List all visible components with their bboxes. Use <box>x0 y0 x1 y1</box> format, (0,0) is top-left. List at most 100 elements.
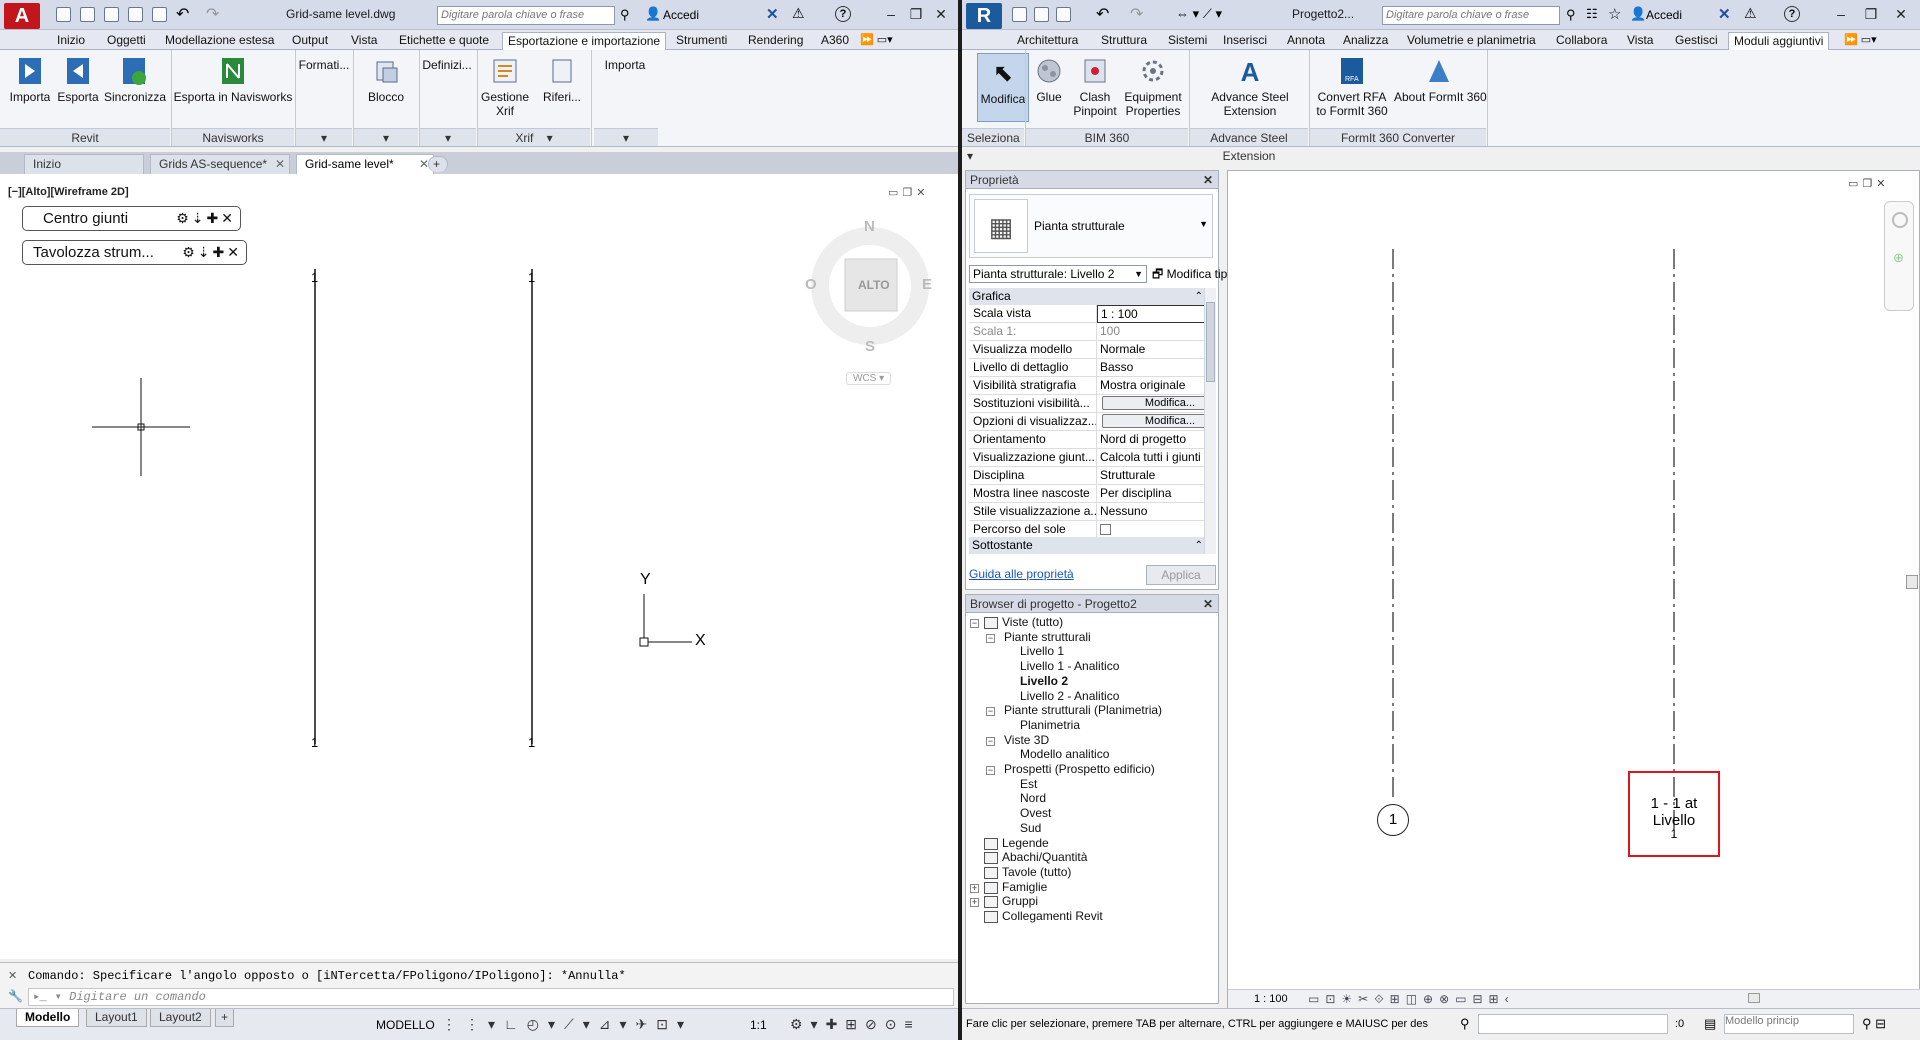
navisworks-export-button[interactable]: Esporta in Navisworks <box>172 56 294 104</box>
binoculars-icon[interactable]: ⚲ <box>620 7 630 23</box>
view-control-icons[interactable]: ▭⊡☀✂⟐⊞◫⊕⊗▭⊟⊞‹ <box>1308 992 1515 1007</box>
browser-item[interactable]: Ovest <box>1020 806 1051 820</box>
viewcube-south[interactable]: S <box>865 338 875 355</box>
tabs-overflow-icon[interactable]: ⏩ ▭▾ <box>860 33 893 46</box>
property-row[interactable]: Sostituzioni visibilità... Modifica... <box>969 395 1208 413</box>
property-value[interactable]: Basso <box>1097 359 1208 377</box>
undo-icon[interactable]: ↶ <box>1096 4 1109 24</box>
revit-search-input[interactable]: Digitare parola chiave o frase <box>1382 6 1560 25</box>
user-icon[interactable]: 👤 <box>1630 6 1646 22</box>
browser-item[interactable]: Livello 2 - Analitico <box>1020 689 1119 703</box>
minimize-button[interactable]: – <box>880 4 902 24</box>
revit-logo-icon[interactable]: R <box>966 3 1002 29</box>
collapse-icon[interactable]: − <box>986 633 995 643</box>
new-layout-button[interactable]: + <box>215 1009 235 1027</box>
grid-bubble[interactable]: 1 <box>1377 804 1409 836</box>
edit-type-button[interactable]: 🗗 Modifica tipo <box>1152 265 1234 286</box>
browser-item[interactable]: Viste (tutto) <box>1002 615 1063 629</box>
layout-tab-modello[interactable]: Modello <box>16 1009 80 1027</box>
property-row[interactable]: Livello di dettaglio Basso <box>969 359 1208 377</box>
tab-modellazione-estesa[interactable]: Modellazione estesa <box>160 32 279 50</box>
browser-item[interactable]: Est <box>1020 777 1037 791</box>
save-icon[interactable] <box>104 7 119 22</box>
property-row[interactable]: Orientamento Nord di progetto <box>969 431 1208 449</box>
tab-vista[interactable]: Vista <box>1622 32 1658 50</box>
save-as-icon[interactable] <box>128 7 143 22</box>
tab-oggetti[interactable]: Oggetti <box>102 32 151 50</box>
browser-item[interactable]: Livello 1 <box>1020 644 1064 658</box>
property-value[interactable]: Nessuno <box>1097 503 1208 521</box>
command-input[interactable]: ▸_ ▾ Digitare un comando <box>28 988 954 1006</box>
status-workset-select[interactable] <box>1478 1014 1668 1034</box>
callout-highlight[interactable]: 1 - 1 at Livello 1 <box>1628 771 1720 857</box>
revit-import-button[interactable]: Importa <box>8 56 52 104</box>
chevron-down-icon[interactable]: ▼ <box>1199 219 1208 229</box>
save-icon[interactable] <box>1034 7 1049 22</box>
a360-icon[interactable]: ⚠ <box>1744 5 1757 22</box>
tab-etichette-quote[interactable]: Etichette e quote <box>394 32 494 50</box>
properties-help-link[interactable]: Guida alle proprietà <box>969 567 1074 581</box>
browser-item[interactable]: Livello 1 - Analitico <box>1020 659 1119 673</box>
property-row[interactable]: Visualizzazione giunt... Calcola tutti i … <box>969 449 1208 467</box>
doc-tab-grid-same-level[interactable]: Grid-same level* ✕ <box>296 154 434 174</box>
open-file-icon[interactable] <box>80 7 95 22</box>
close-tab-icon[interactable]: ✕ <box>275 155 285 173</box>
property-value[interactable]: Per disciplina <box>1097 485 1208 503</box>
measure-icon[interactable]: ⇔ ▾ ⟋ ▾ <box>1176 6 1222 22</box>
wcs-menu[interactable]: WCS ▾ <box>846 372 892 385</box>
tab-gestisci[interactable]: Gestisci <box>1670 32 1723 50</box>
tab-architettura[interactable]: Architettura <box>1012 32 1083 50</box>
group-grafica[interactable]: Grafica ⌃ <box>969 288 1207 305</box>
browser-item[interactable]: Livello 2 <box>1020 674 1068 688</box>
layout-tab-layout2[interactable]: Layout2 <box>150 1009 211 1027</box>
property-row[interactable]: Mostra linee nascoste Per disciplina <box>969 485 1208 503</box>
restore-button[interactable]: ❐ <box>1860 4 1882 24</box>
undo-icon[interactable]: ↶ <box>176 4 189 24</box>
collapse-icon[interactable]: − <box>970 619 979 628</box>
expand-icon[interactable]: + <box>970 883 979 893</box>
property-value[interactable]: 100 <box>1097 323 1208 341</box>
help-icon[interactable]: ? <box>835 6 851 22</box>
riferi-button[interactable]: Riferi... <box>536 56 588 104</box>
group-sottostante[interactable]: Sottostante ⌃ <box>969 537 1207 554</box>
browser-item[interactable]: Legende <box>1002 836 1049 850</box>
blocco-panel-expander[interactable]: ▾ <box>354 128 418 146</box>
property-row[interactable]: Stile visualizzazione a... Nessuno <box>969 503 1208 521</box>
new-file-icon[interactable] <box>56 7 71 22</box>
browser-item[interactable]: Tavole (tutto) <box>1002 865 1071 879</box>
property-row[interactable]: Scala vista 1 : 100 <box>969 305 1208 323</box>
command-close-icon[interactable]: ✕ <box>8 969 17 982</box>
tab-esportazione-importazione[interactable]: Esportazione e importazione <box>502 32 667 50</box>
tab-output[interactable]: Output <box>287 32 333 50</box>
tab-vista[interactable]: Vista <box>346 32 382 50</box>
sync-central-icon[interactable] <box>1056 7 1071 22</box>
browser-item[interactable]: Piante strutturali <box>1004 630 1091 644</box>
revit-signin[interactable]: Accedi <box>1646 8 1682 22</box>
tab-collabora[interactable]: Collabora <box>1551 32 1612 50</box>
browser-item[interactable]: Famiglie <box>1002 880 1047 894</box>
convert-rfa-button[interactable]: RFA Convert RFA to FormIt 360 <box>1312 56 1392 118</box>
tab-annota[interactable]: Annota <box>1282 32 1330 50</box>
autocad-signin[interactable]: Accedi <box>663 8 699 22</box>
definizi-button[interactable]: Definizi... <box>421 58 473 72</box>
view-vscroll-thumb[interactable] <box>1906 575 1918 589</box>
status-model-button[interactable]: MODELLO <box>376 1018 435 1032</box>
property-edit-button[interactable]: Modifica... <box>1097 413 1208 431</box>
property-value[interactable]: Nord di progetto <box>1097 431 1208 449</box>
tab-struttura[interactable]: Struttura <box>1096 32 1152 50</box>
exchange-icon[interactable]: ✕ <box>1718 5 1731 23</box>
type-selector[interactable]: ▦ Pianta strutturale ▼ <box>969 194 1213 258</box>
close-palette-icon[interactable]: ✕ <box>1203 171 1213 189</box>
tab-inserisci[interactable]: Inserisci <box>1218 32 1272 50</box>
viewcube-north[interactable]: N <box>864 218 875 235</box>
open-file-icon[interactable] <box>1012 7 1027 22</box>
restore-button[interactable]: ❐ <box>905 4 927 24</box>
browser-item[interactable]: Abachi/Quantità <box>1002 850 1087 864</box>
status-right-icons[interactable]: ⚙▾✚⊞⊘⊙≡ <box>790 1016 921 1033</box>
a360-icon[interactable]: ⚠ <box>792 5 805 22</box>
doc-tab-inizio[interactable]: Inizio <box>24 154 144 174</box>
close-button[interactable]: ✕ <box>1890 4 1912 24</box>
modifica-button[interactable]: ⬉ Modifica <box>977 53 1029 122</box>
close-palette-icon[interactable]: ✕ <box>1203 595 1213 613</box>
apply-button[interactable]: Applica <box>1146 565 1216 585</box>
